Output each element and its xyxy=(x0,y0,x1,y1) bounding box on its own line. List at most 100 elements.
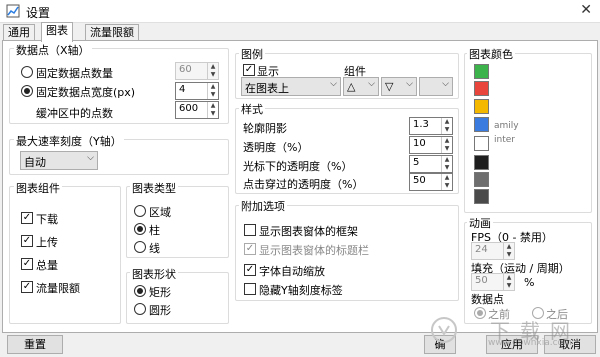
color-swatch[interactable] xyxy=(474,117,489,132)
legend-label: 图例 xyxy=(239,46,265,62)
spinner-arrows-icon: ▲ ▼ xyxy=(207,63,218,79)
tab-general[interactable]: 通用 xyxy=(3,24,35,41)
fixed-count-label: 固定数据点数量 xyxy=(36,67,113,80)
legend-position-select[interactable]: 在图表上 ⌵ xyxy=(241,77,341,96)
color-swatch[interactable] xyxy=(474,81,489,96)
cursor-opacity-spinner[interactable]: 5 ▲ ▼ xyxy=(409,155,453,173)
color-swatch[interactable] xyxy=(474,64,489,79)
before-radio[interactable] xyxy=(474,307,486,319)
watermark-logo-icon xyxy=(431,317,457,343)
circle-radio[interactable] xyxy=(134,303,146,315)
rectangle-label: 矩形 xyxy=(149,286,171,299)
data-points-label: 数据点（X轴） xyxy=(14,42,92,58)
traffic-limit-checkbox[interactable]: ✓ xyxy=(21,281,33,293)
fixed-count-spinner[interactable]: 60 ▲ ▼ xyxy=(175,62,219,80)
area-radio[interactable] xyxy=(134,205,146,217)
tab-traffic-limit[interactable]: 流量限额 xyxy=(85,24,139,41)
total-label: 总量 xyxy=(36,259,58,272)
color-swatch[interactable] xyxy=(474,136,489,151)
fixed-width-value: 4 xyxy=(179,84,186,95)
spinner-arrows-icon: ▲ ▼ xyxy=(441,137,452,153)
line-radio[interactable] xyxy=(134,241,146,253)
fps-spinner[interactable]: 24 ▲ ▼ xyxy=(471,242,515,260)
area-label: 区域 xyxy=(149,206,171,219)
color-swatch[interactable] xyxy=(474,172,489,187)
app-icon xyxy=(6,4,20,18)
close-icon[interactable]: ✕ xyxy=(580,2,592,18)
clickthrough-opacity-label: 点击穿过的透明度（%） xyxy=(243,178,364,191)
chart-components-group xyxy=(9,186,121,324)
auto-font-scale-checkbox[interactable]: ✓ xyxy=(244,264,256,276)
chart-colors-label: 图表颜色 xyxy=(467,46,515,62)
show-titlebar-checkbox[interactable]: ✓ xyxy=(244,243,256,255)
upload-label: 上传 xyxy=(36,236,58,249)
data-points-anim-label: 数据点 xyxy=(471,293,504,306)
cursor-opacity-value: 5 xyxy=(413,157,420,168)
spinner-arrows-icon: ▲ ▼ xyxy=(441,118,452,134)
fill-unit: % xyxy=(524,276,535,289)
triangle-up-icon: △ xyxy=(347,80,356,93)
color-swatch[interactable] xyxy=(474,155,489,170)
rectangle-radio[interactable] xyxy=(134,285,146,297)
max-rate-label: 最大速率刻度（Y轴） xyxy=(14,133,124,149)
tab-chart[interactable]: 图表 xyxy=(41,22,73,42)
opacity-value: 10 xyxy=(413,138,426,149)
chevron-down-icon: ⌵ xyxy=(406,79,413,89)
window-title: 设置 xyxy=(26,6,51,20)
buffer-value: 600 xyxy=(179,103,199,114)
upload-checkbox[interactable]: ✓ xyxy=(21,235,33,247)
total-checkbox[interactable]: ✓ xyxy=(21,258,33,270)
legend-position-value: 在图表上 xyxy=(245,82,289,95)
legend-component-select-1[interactable]: △ ⌵ xyxy=(343,77,379,96)
download-checkbox[interactable]: ✓ xyxy=(21,212,33,224)
chart-shape-label: 图表形状 xyxy=(130,266,178,282)
reset-button[interactable]: 重置 xyxy=(7,335,63,354)
outline-shadow-spinner[interactable]: 1.3 ▲ ▼ xyxy=(409,117,453,135)
chart-components-label: 图表组件 xyxy=(14,180,62,196)
outline-shadow-value: 1.3 xyxy=(413,119,429,130)
clickthrough-opacity-spinner[interactable]: 50 ▲ ▼ xyxy=(409,173,453,191)
fps-value: 24 xyxy=(475,244,488,255)
fixed-width-radio[interactable] xyxy=(21,85,33,97)
fixed-width-label: 固定数据点宽度(px) xyxy=(36,86,136,99)
color-swatch[interactable] xyxy=(474,99,489,114)
line-label: 线 xyxy=(149,242,160,255)
opacity-spinner[interactable]: 10 ▲ ▼ xyxy=(409,136,453,154)
show-frame-label: 显示图表窗体的框架 xyxy=(259,225,358,238)
max-rate-value: 自动 xyxy=(24,156,46,169)
bar-radio[interactable] xyxy=(134,223,146,235)
download-label: 下载 xyxy=(36,213,58,226)
spinner-arrows-icon: ▲ ▼ xyxy=(503,243,514,259)
spinner-arrows-icon: ▲ ▼ xyxy=(441,174,452,190)
fixed-width-spinner[interactable]: 4 ▲ ▼ xyxy=(175,82,219,100)
traffic-limit-label: 流量限额 xyxy=(36,282,80,295)
watermark-url: www.downxia.com xyxy=(488,338,572,348)
legend-component-select-3[interactable]: ⌵ xyxy=(419,77,453,96)
chevron-down-icon: ⌵ xyxy=(87,153,94,163)
opacity-label: 透明度（%） xyxy=(243,141,309,154)
buffer-label: 缓冲区中的点数 xyxy=(36,107,113,120)
outline-shadow-label: 轮廓阴影 xyxy=(243,122,287,135)
show-titlebar-label: 显示图表窗体的标题栏 xyxy=(259,244,369,257)
legend-show-checkbox[interactable]: ✓ xyxy=(243,64,255,76)
clickthrough-opacity-value: 50 xyxy=(413,175,426,186)
spinner-arrows-icon: ▲ ▼ xyxy=(207,83,218,99)
auto-font-scale-label: 字体自动缩放 xyxy=(259,265,325,278)
fill-value: 50 xyxy=(475,275,488,286)
circle-label: 圆形 xyxy=(149,304,171,317)
fill-spinner[interactable]: 50 ▲ ▼ xyxy=(471,273,515,291)
triangle-down-icon: ▽ xyxy=(385,80,394,93)
color-swatch[interactable] xyxy=(474,189,489,204)
max-rate-select[interactable]: 自动 ⌵ xyxy=(20,151,98,170)
chevron-down-icon: ⌵ xyxy=(442,79,449,89)
fixed-count-value: 60 xyxy=(179,64,192,75)
extra-options-label: 附加选项 xyxy=(239,198,287,214)
hide-y-labels-label: 隐藏Y轴刻度标签 xyxy=(259,284,343,297)
fixed-count-radio[interactable] xyxy=(21,66,33,78)
hide-y-labels-checkbox[interactable] xyxy=(244,283,256,295)
buffer-spinner[interactable]: 600 ▲ ▼ xyxy=(175,101,219,119)
tooltip-fragment: inter xyxy=(494,135,515,145)
legend-component-select-2[interactable]: ▽ ⌵ xyxy=(381,77,417,96)
show-frame-checkbox[interactable] xyxy=(244,224,256,236)
style-label: 样式 xyxy=(239,101,265,117)
